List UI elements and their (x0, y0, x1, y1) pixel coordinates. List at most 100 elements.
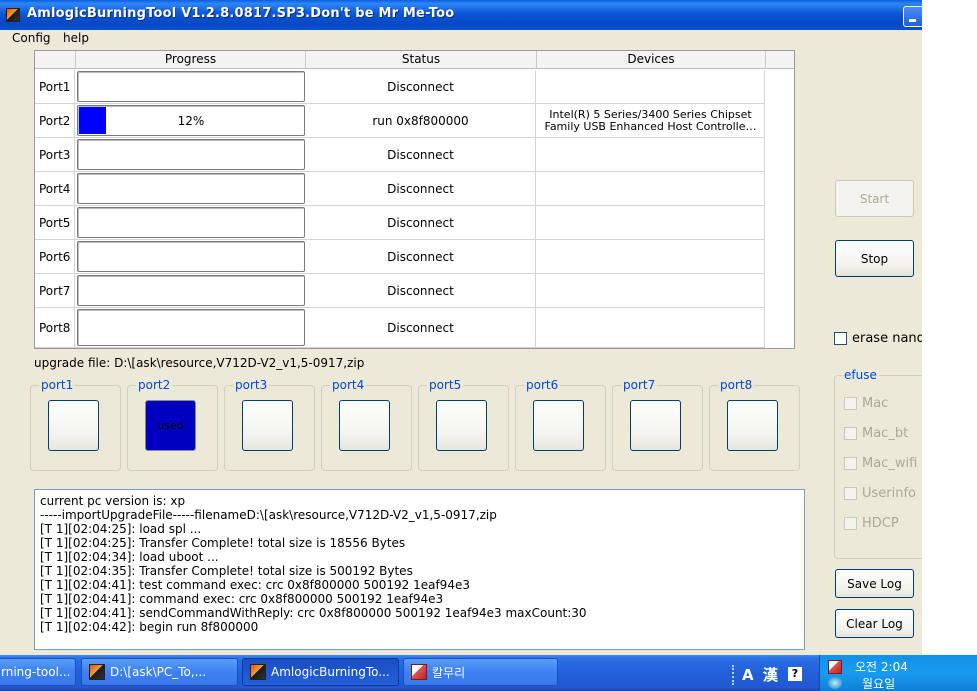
device-cell (537, 138, 765, 171)
progress-bar (77, 275, 305, 306)
efuse-checkbox-mac-wifi[interactable]: Mac_wifi (844, 456, 917, 471)
taskbar-item-pc-tool-folder[interactable]: D:\[ask\PC_To,... (81, 658, 238, 686)
system-tray: 오전 2:04 월요일 (819, 655, 977, 691)
port-group-1: port1 (30, 378, 121, 471)
clear-log-button[interactable]: Clear Log (835, 609, 914, 638)
title-bar[interactable]: AmlogicBurningTool V1.2.8.0817.SP3.Don't… (0, 0, 922, 30)
port-button-8[interactable] (727, 400, 778, 451)
menu-bar: Config help (0, 30, 922, 48)
table-row[interactable]: Port2 12% run 0x8f800000 Intel(R) 5 Series/… (35, 104, 765, 138)
header-devices[interactable]: Devices (537, 51, 766, 69)
log-panel[interactable]: current pc version is: xp -----importUpgr… (34, 489, 805, 650)
amlogic-app-icon (250, 664, 266, 680)
erase-nand-checkbox[interactable]: erase nand (834, 331, 922, 346)
menu-config[interactable]: Config (12, 31, 51, 45)
table-row[interactable]: Port8 Disconnect (35, 308, 765, 348)
port-group-label: port2 (136, 378, 173, 392)
language-help-icon[interactable]: ? (788, 667, 802, 681)
erase-nand-checkbox-box[interactable] (834, 332, 847, 345)
tray-paint-icon[interactable] (828, 660, 842, 674)
port-button-4[interactable] (339, 400, 390, 451)
efuse-checkbox-box[interactable] (844, 397, 857, 410)
port-grid: Progress Status Devices Port1 Disconnect P… (34, 50, 795, 349)
progress-bar (77, 71, 305, 102)
port-button-3[interactable] (242, 400, 293, 451)
port-group-7: port7 (612, 378, 703, 471)
tray-network-icon[interactable] (828, 677, 842, 689)
start-button[interactable]: Start (835, 180, 914, 217)
progress-text (78, 310, 304, 345)
window-title: AmlogicBurningTool V1.2.8.0817.SP3.Don't… (27, 6, 455, 21)
language-bar-grip[interactable] (732, 665, 735, 685)
efuse-checkbox-hdcp[interactable]: HDCP (844, 516, 899, 531)
taskbar-item-label: rning-tool... (1, 665, 71, 679)
device-name: Intel(R) 5 Series/3400 Series Chipset Fa… (544, 108, 757, 133)
table-row[interactable]: Port6 Disconnect (35, 240, 765, 274)
device-cell (537, 274, 765, 307)
minimize-button[interactable] (903, 6, 922, 27)
app-icon (6, 8, 20, 22)
stop-button[interactable]: Stop (835, 240, 914, 277)
efuse-checkbox-userinfo[interactable]: Userinfo (844, 486, 916, 501)
log-line: current pc version is: xp (40, 494, 186, 508)
status-cell: Disconnect (306, 172, 536, 205)
progress-bar (77, 139, 305, 170)
port-state (534, 401, 583, 450)
save-log-button[interactable]: Save Log (835, 569, 914, 598)
port-button-2[interactable]: used (145, 400, 196, 451)
log-line: [T 1][02:04:41]: command exec: crc 0x8f8… (40, 592, 444, 606)
table-row[interactable]: Port1 Disconnect (35, 70, 765, 104)
progress-text (78, 242, 304, 271)
upgrade-file-label: upgrade file: D:\[ask\resource,V712D-V2_… (34, 356, 365, 370)
device-cell (537, 240, 765, 273)
table-row[interactable]: Port3 Disconnect (35, 138, 765, 172)
port-cell: Port2 (35, 104, 75, 137)
table-row[interactable]: Port5 Disconnect (35, 206, 765, 240)
progress-bar (77, 173, 305, 204)
log-line: [T 1][02:04:35]: Transfer Complete! tota… (40, 564, 413, 578)
port-group-label: port6 (524, 378, 561, 392)
efuse-checkbox-mac[interactable]: Mac (844, 396, 888, 411)
port-button-6[interactable] (533, 400, 584, 451)
status-cell: Disconnect (306, 206, 536, 239)
port-group-8: port8 (709, 378, 800, 471)
port-state (437, 401, 486, 450)
efuse-checkbox-box[interactable] (844, 487, 857, 500)
menu-help[interactable]: help (63, 31, 89, 45)
taskbar-item-label: D:\[ask\PC_To,... (110, 665, 207, 679)
log-line: [T 1][02:04:41]: sendCommandWithReply: c… (40, 606, 587, 620)
port-state (49, 401, 98, 450)
taskbar-item-amlogic-burning-tool[interactable]: AmlogicBurningTo... (242, 658, 399, 686)
port-state (243, 401, 292, 450)
port-group-label: port7 (621, 378, 658, 392)
efuse-checkbox-box[interactable] (844, 517, 857, 530)
paint-icon (411, 664, 427, 680)
header-status[interactable]: Status (306, 51, 537, 69)
table-row[interactable]: Port4 Disconnect (35, 172, 765, 206)
efuse-checkbox-label: HDCP (862, 516, 899, 531)
port-button-5[interactable] (436, 400, 487, 451)
language-bar[interactable]: A 漢 ? (732, 659, 820, 689)
device-cell (537, 206, 765, 239)
port-cell: Port6 (35, 240, 75, 273)
efuse-checkbox-box[interactable] (844, 427, 857, 440)
port-button-1[interactable] (48, 400, 99, 451)
efuse-checkbox-mac-bt[interactable]: Mac_bt (844, 426, 908, 441)
efuse-checkbox-label: Mac (862, 396, 889, 411)
header-progress[interactable]: Progress (76, 51, 306, 69)
port-state (340, 401, 389, 450)
input-language-indicator[interactable]: A 漢 (742, 664, 780, 685)
log-line: [T 1][02:04:41]: test command exec: crc … (40, 578, 470, 592)
device-cell: Intel(R) 5 Series/3400 Series Chipset Fa… (537, 104, 765, 137)
taskbar-item-paint[interactable]: 칼무리 (403, 658, 558, 686)
efuse-checkbox-box[interactable] (844, 457, 857, 470)
taskbar-item-burning-tool-folder[interactable]: rning-tool... (0, 658, 76, 686)
table-row[interactable]: Port7 Disconnect (35, 274, 765, 308)
taskbar: rning-tool... D:\[ask\PC_To,... AmlogicB… (0, 655, 977, 691)
clock-time[interactable]: 오전 2:04 (855, 658, 908, 675)
progress-bar (77, 309, 305, 346)
minimize-icon (909, 19, 916, 22)
status-cell: run 0x8f800000 (306, 104, 536, 137)
status-cell: Disconnect (306, 308, 536, 347)
port-button-7[interactable] (630, 400, 681, 451)
